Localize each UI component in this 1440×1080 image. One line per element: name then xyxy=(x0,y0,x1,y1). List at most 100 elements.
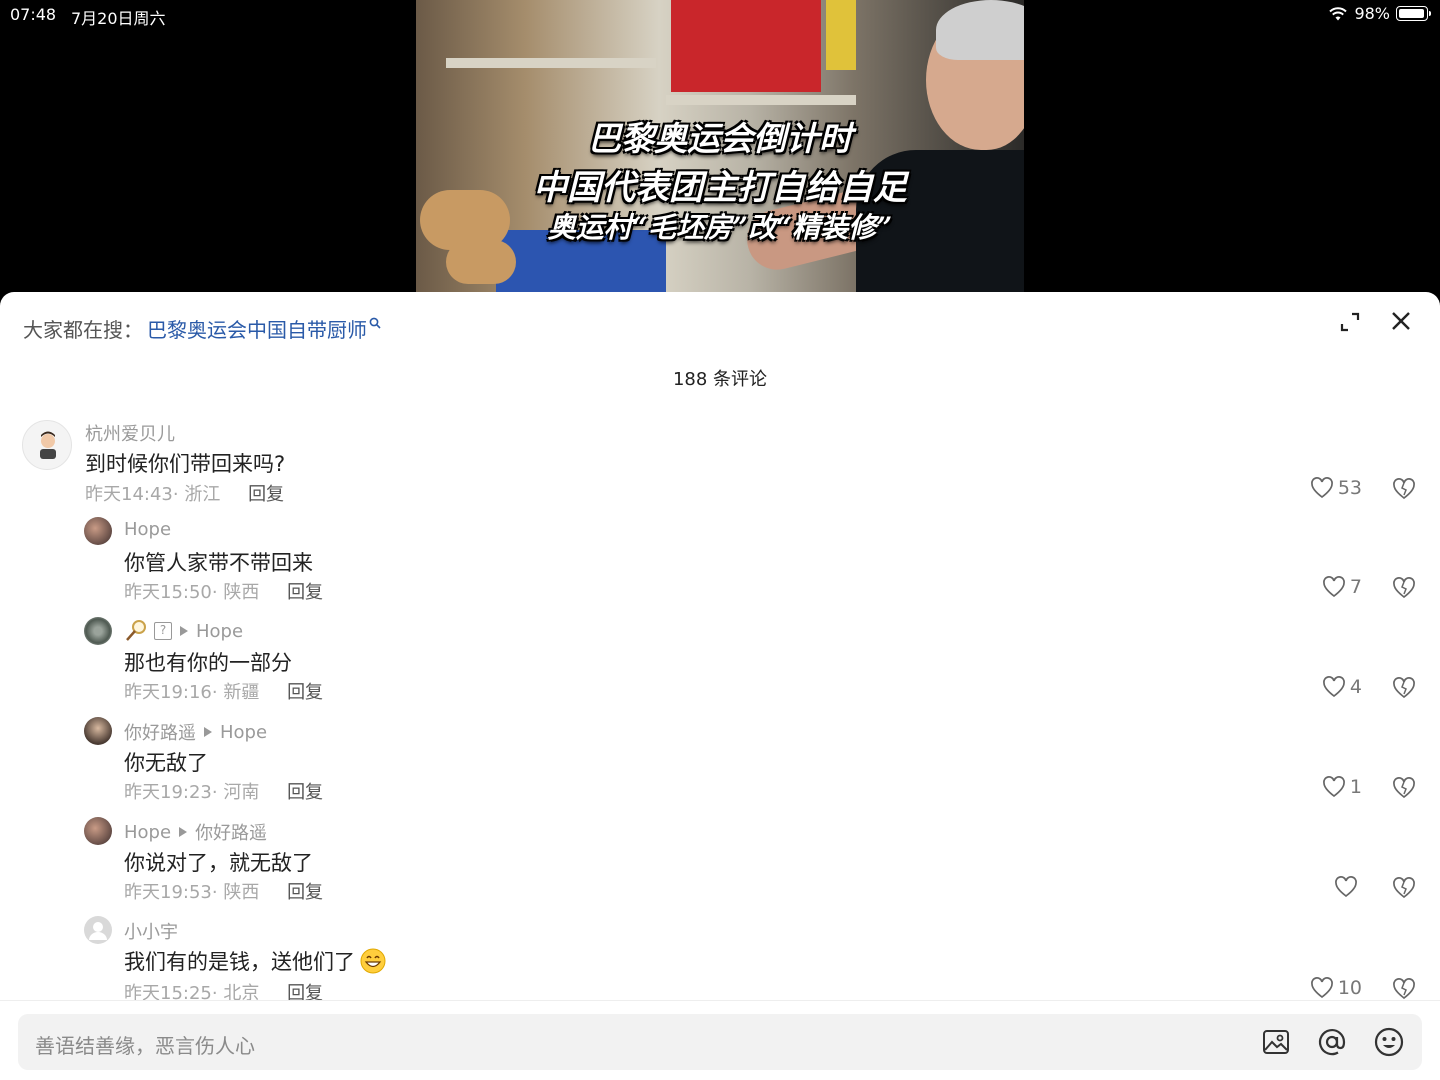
close-icon[interactable] xyxy=(1388,308,1414,334)
comment-input-bar: 善语结善缘，恶言伤人心 xyxy=(0,1000,1440,1080)
reply-button[interactable]: 回复 xyxy=(287,882,323,903)
comment-username[interactable]: 你好路遥 Hope xyxy=(124,719,267,745)
heart-icon xyxy=(1310,977,1333,999)
comment-username[interactable]: ? Hope xyxy=(124,619,243,643)
shelf-goods xyxy=(826,0,856,70)
reply-arrow-icon xyxy=(180,626,188,636)
input-placeholder: 善语结善缘，恶言伤人心 xyxy=(35,1034,255,1058)
like-button[interactable]: 4 xyxy=(1300,676,1362,698)
comment-time: 昨天14:43 xyxy=(85,484,173,505)
reply-button[interactable]: 回复 xyxy=(248,484,284,505)
comments-panel: 大家都在搜： 巴黎奥运会中国自带厨师 188 条评论 杭州爱贝儿 到时候你们带回… xyxy=(0,292,1440,1080)
comment-location: 陕西 xyxy=(223,882,260,903)
reply-target[interactable]: Hope xyxy=(220,722,267,743)
comment-text: 到时候你们带回来吗? xyxy=(85,452,286,476)
avatar[interactable] xyxy=(84,617,112,645)
comment-item: 小小宇 我们有的是钱，送他们了 昨天15:25· 北京 回复 10 xyxy=(0,916,1440,1006)
comment-text: 你说对了，就无敌了 xyxy=(124,851,313,875)
comment-item: ? Hope 那也有你的一部分 昨天19:16· 新疆 回复 4 xyxy=(0,617,1440,707)
status-time: 07:48 xyxy=(10,5,57,24)
search-icon[interactable] xyxy=(369,317,381,329)
comment-count: 188 条评论 xyxy=(672,369,768,390)
heart-icon xyxy=(1310,477,1333,499)
avatar[interactable] xyxy=(84,517,112,545)
reply-button[interactable]: 回复 xyxy=(287,782,323,803)
comment-meta: 昨天19:16· 新疆 回复 xyxy=(124,682,324,703)
emoji-icon[interactable] xyxy=(1373,1026,1405,1058)
shelf xyxy=(446,58,656,68)
search-link[interactable]: 巴黎奥运会中国自带厨师 xyxy=(147,314,367,343)
image-icon[interactable] xyxy=(1260,1026,1292,1058)
comment-text: 我们有的是钱，送他们了 xyxy=(124,946,387,976)
trending-search: 大家都在搜： 巴黎奥运会中国自带厨师 xyxy=(23,314,381,343)
person-hair xyxy=(936,0,1024,60)
reply-button[interactable]: 回复 xyxy=(287,582,323,603)
heart-icon xyxy=(1323,576,1345,598)
comment-meta: 昨天19:23· 河南 回复 xyxy=(124,782,324,803)
avatar[interactable] xyxy=(22,420,72,470)
reply-button[interactable]: 回复 xyxy=(287,682,323,703)
comment-text-content: 我们有的是钱，送他们了 xyxy=(124,950,355,974)
comment-time: 昨天19:53 xyxy=(124,882,212,903)
expand-icon[interactable] xyxy=(1338,310,1362,334)
shelf-goods xyxy=(446,240,516,284)
dislike-icon[interactable] xyxy=(1392,477,1416,501)
avatar[interactable] xyxy=(84,916,112,944)
app-screen: 07:48 7月20日周六 98% 巴黎奥运会倒计时 中国代表团主打自给自足 奥… xyxy=(0,0,1440,1080)
dislike-icon[interactable] xyxy=(1392,676,1416,700)
comment-username[interactable]: Hope 你好路遥 xyxy=(124,819,267,845)
reply-arrow-icon xyxy=(179,827,188,837)
like-button[interactable] xyxy=(1300,876,1362,898)
like-button[interactable]: 1 xyxy=(1300,776,1362,798)
comment-text: 那也有你的一部分 xyxy=(124,651,292,675)
video-caption-line3: 奥运村“毛坯房”改“精装修” xyxy=(547,211,893,244)
heart-icon xyxy=(1323,776,1345,798)
search-prefix: 大家都在搜： xyxy=(23,318,143,342)
avatar[interactable] xyxy=(84,717,112,745)
comment-item: 你好路遥 Hope 你无敌了 昨天19:23· 河南 回复 1 xyxy=(0,717,1440,807)
like-button[interactable]: 10 xyxy=(1300,977,1362,999)
dislike-icon[interactable] xyxy=(1392,876,1416,900)
comment-location: 陕西 xyxy=(223,582,260,603)
comment-time: 昨天15:50 xyxy=(124,582,212,603)
comment-time: 昨天19:16 xyxy=(124,682,212,703)
comment-location: 浙江 xyxy=(184,484,221,505)
avatar-figure-icon xyxy=(40,431,56,459)
comment-location: 新疆 xyxy=(223,682,260,703)
avatar[interactable] xyxy=(84,817,112,845)
comment-item: 杭州爱贝儿 到时候你们带回来吗? 昨天14:43· 浙江 回复 53 xyxy=(0,418,1440,508)
comment-meta: 昨天15:50· 陕西 回复 xyxy=(124,582,324,603)
video-caption-line1: 巴黎奥运会倒计时 xyxy=(588,119,852,158)
reply-target[interactable]: 你好路遥 xyxy=(195,819,267,845)
like-count: 10 xyxy=(1337,977,1362,999)
dislike-icon[interactable] xyxy=(1392,576,1416,600)
shelf-goods xyxy=(671,0,821,92)
comment-item: Hope 你管人家带不带回来 昨天15:50· 陕西 回复 7 xyxy=(0,517,1440,607)
dislike-icon[interactable] xyxy=(1392,776,1416,800)
like-count: 53 xyxy=(1337,477,1362,499)
default-avatar-icon xyxy=(89,922,107,940)
reply-arrow-icon xyxy=(204,727,212,737)
comment-text: 你管人家带不带回来 xyxy=(124,551,313,575)
heart-icon xyxy=(1335,876,1357,898)
battery-cap xyxy=(1429,11,1431,16)
shelf xyxy=(666,95,856,105)
like-button[interactable]: 53 xyxy=(1300,477,1362,499)
battery-percent: 98% xyxy=(1354,4,1390,23)
dislike-icon[interactable] xyxy=(1392,977,1416,1001)
comment-location: 河南 xyxy=(223,782,260,803)
reply-target[interactable]: Hope xyxy=(196,621,243,642)
comment-text: 你无敌了 xyxy=(124,751,208,775)
comment-username[interactable]: 杭州爱贝儿 xyxy=(85,420,175,446)
video-player[interactable]: 巴黎奥运会倒计时 中国代表团主打自给自足 奥运村“毛坯房”改“精装修” xyxy=(416,0,1024,292)
status-date: 7月20日周六 xyxy=(71,9,166,28)
comment-time: 昨天19:23 xyxy=(124,782,212,803)
comment-username[interactable]: 小小宇 xyxy=(124,918,178,944)
comment-username[interactable]: Hope xyxy=(124,519,171,540)
comment-input[interactable]: 善语结善缘，恶言伤人心 xyxy=(18,1014,1422,1070)
comment-item: Hope 你好路遥 你说对了，就无敌了 昨天19:53· 陕西 回复 xyxy=(0,817,1440,907)
user-badge: ? xyxy=(154,622,172,640)
battery-fill xyxy=(1399,9,1424,18)
at-icon[interactable] xyxy=(1316,1026,1348,1058)
like-button[interactable]: 7 xyxy=(1300,576,1362,598)
